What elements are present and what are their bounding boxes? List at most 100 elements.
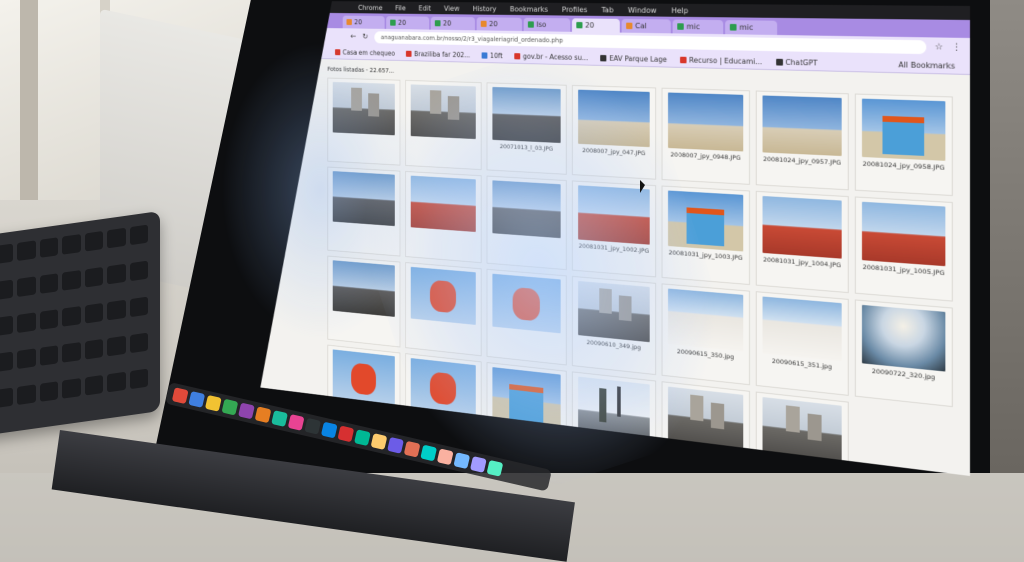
photo-thumbnail[interactable] — [763, 196, 842, 259]
menubar-item[interactable]: Bookmarks — [510, 5, 548, 13]
all-bookmarks-button[interactable]: All Bookmarks — [898, 60, 970, 71]
photo-card[interactable]: 20081031_jpy_1011.JPG — [572, 371, 656, 472]
bookmark-item[interactable]: gov.br - Acesso su... — [514, 52, 588, 62]
photo-card[interactable]: 20081031_jpy_1005.JPG — [855, 196, 953, 301]
photo-thumbnail[interactable] — [578, 185, 650, 244]
photo-thumbnail[interactable] — [492, 180, 560, 238]
menubar-item[interactable]: Tab — [601, 5, 613, 13]
photo-card[interactable]: 2008007_jpy_047.JPG — [572, 85, 656, 180]
star-icon[interactable]: ☆ — [935, 42, 944, 52]
photo-card[interactable]: 20081024_jpy_0958.JPG — [855, 94, 953, 197]
photo-card[interactable]: 20090807_582.jpg — [662, 381, 750, 476]
dock-app-icon[interactable] — [403, 440, 421, 458]
photo-card[interactable]: 20090615_350.jpg — [662, 283, 750, 385]
photo-thumbnail[interactable] — [411, 84, 476, 139]
browser-tab[interactable]: 20 — [386, 16, 429, 29]
dock-app-icon[interactable] — [254, 406, 272, 424]
bookmark-item[interactable]: Recurso | Educami... — [680, 55, 762, 65]
photo-thumbnail[interactable] — [668, 191, 743, 252]
menu-icon[interactable]: ⋮ — [952, 43, 962, 53]
photo-card[interactable] — [327, 256, 400, 348]
photo-card[interactable]: 20090610_349.jpg — [572, 276, 656, 375]
menubar-item[interactable]: View — [444, 4, 460, 12]
photo-thumbnail[interactable] — [763, 95, 842, 156]
photo-thumbnail[interactable] — [492, 367, 560, 428]
photo-card[interactable] — [487, 176, 567, 270]
photo-card[interactable]: 20081031_jpy_1004.JPG — [756, 191, 849, 293]
photo-thumbnail[interactable] — [411, 267, 476, 325]
photo-thumbnail[interactable] — [411, 358, 476, 418]
bookmark-item[interactable]: 10ft — [482, 51, 503, 59]
dock-app-icon[interactable] — [420, 444, 438, 462]
dock-app-icon[interactable] — [238, 402, 255, 420]
photo-card[interactable]: 20081024_jpy_0960.JPG — [405, 353, 481, 449]
photo-thumbnail[interactable] — [333, 349, 395, 407]
photo-card[interactable] — [405, 171, 481, 263]
photo-card[interactable]: 20081024_jpy_0957.JPG — [756, 91, 849, 191]
bookmark-item[interactable]: EAV Parque Lage — [601, 54, 667, 64]
photo-card[interactable] — [405, 80, 481, 170]
dock-app-icon[interactable] — [486, 459, 504, 477]
photo-card[interactable]: 20081031_jpy_1002.JPG — [572, 180, 656, 277]
photo-thumbnail[interactable] — [862, 99, 945, 161]
browser-tab[interactable]: Cal — [622, 19, 671, 33]
photo-thumbnail[interactable] — [668, 289, 743, 352]
photo-thumbnail[interactable] — [578, 377, 650, 440]
photo-card[interactable]: 20090722_320.jpg — [855, 299, 953, 407]
dock-app-icon[interactable] — [469, 456, 487, 473]
photo-thumbnail[interactable] — [333, 260, 395, 317]
menubar-item[interactable]: Edit — [419, 4, 431, 12]
dock-app-icon[interactable] — [204, 394, 222, 412]
browser-tab[interactable]: 20 — [431, 17, 475, 31]
dock-app-icon[interactable] — [387, 436, 404, 454]
menubar-item[interactable]: Chrome — [358, 4, 382, 12]
photo-card[interactable] — [487, 269, 567, 366]
menubar-item[interactable]: Window — [628, 6, 657, 15]
photo-card[interactable]: 2008007_jpy_0948.JPG — [662, 88, 750, 185]
dock-app-icon[interactable] — [370, 433, 388, 450]
photo-thumbnail[interactable] — [411, 176, 476, 232]
browser-tab[interactable]: mic — [673, 20, 724, 35]
menubar-item[interactable]: Profiles — [562, 5, 587, 13]
photo-thumbnail[interactable] — [492, 274, 560, 334]
dock-app-icon[interactable] — [337, 425, 355, 443]
photo-card[interactable] — [327, 167, 400, 257]
menubar-item[interactable]: History — [473, 4, 497, 12]
photo-card[interactable]: 20090615_351.jpg — [756, 291, 849, 396]
bookmark-item[interactable]: Braziliba far 202... — [406, 49, 470, 58]
menubar-item[interactable]: File — [395, 4, 406, 12]
reload-icon[interactable]: ↻ — [362, 33, 368, 42]
back-icon[interactable]: ← — [350, 33, 356, 42]
dock-app-icon[interactable] — [436, 448, 454, 466]
dock-app-icon[interactable] — [171, 387, 189, 405]
browser-tab[interactable]: 20 — [572, 18, 620, 32]
photo-card[interactable]: 20071013_l_03.JPG — [487, 82, 567, 174]
photo-thumbnail[interactable] — [578, 281, 650, 342]
photo-thumbnail[interactable] — [763, 297, 842, 362]
photo-thumbnail[interactable] — [668, 92, 743, 151]
photo-thumbnail[interactable] — [763, 397, 842, 464]
bookmark-item[interactable]: Casa em chequeo — [335, 48, 395, 57]
menubar-item[interactable]: Help — [671, 6, 688, 15]
photo-thumbnail[interactable] — [333, 171, 395, 226]
browser-tab[interactable]: mic — [725, 20, 777, 35]
photo-thumbnail[interactable] — [668, 387, 743, 452]
photo-thumbnail[interactable] — [862, 202, 945, 266]
photo-thumbnail[interactable] — [333, 82, 395, 135]
photo-thumbnail[interactable] — [492, 87, 560, 143]
photo-card[interactable] — [327, 78, 400, 166]
bookmark-item[interactable]: ChatGPT — [776, 57, 818, 67]
photo-card[interactable]: 20090807_083.jpg — [756, 392, 849, 476]
photo-card[interactable]: 20081031_jpy_1006.JPG — [487, 362, 567, 461]
photo-thumbnail[interactable] — [578, 90, 650, 147]
dock-app-icon[interactable] — [188, 391, 206, 408]
dock-app-icon[interactable] — [354, 429, 371, 447]
dock-app-icon[interactable] — [320, 421, 338, 439]
photo-card[interactable]: 20081031_jpy_1003.JPG — [662, 186, 750, 286]
photo-thumbnail[interactable] — [862, 305, 945, 372]
dock-app-icon[interactable] — [271, 410, 288, 427]
dock-app-icon[interactable] — [221, 398, 239, 416]
photo-card[interactable] — [405, 262, 481, 356]
dock-app-icon[interactable] — [453, 452, 471, 470]
browser-tab[interactable]: 20 — [477, 17, 522, 31]
